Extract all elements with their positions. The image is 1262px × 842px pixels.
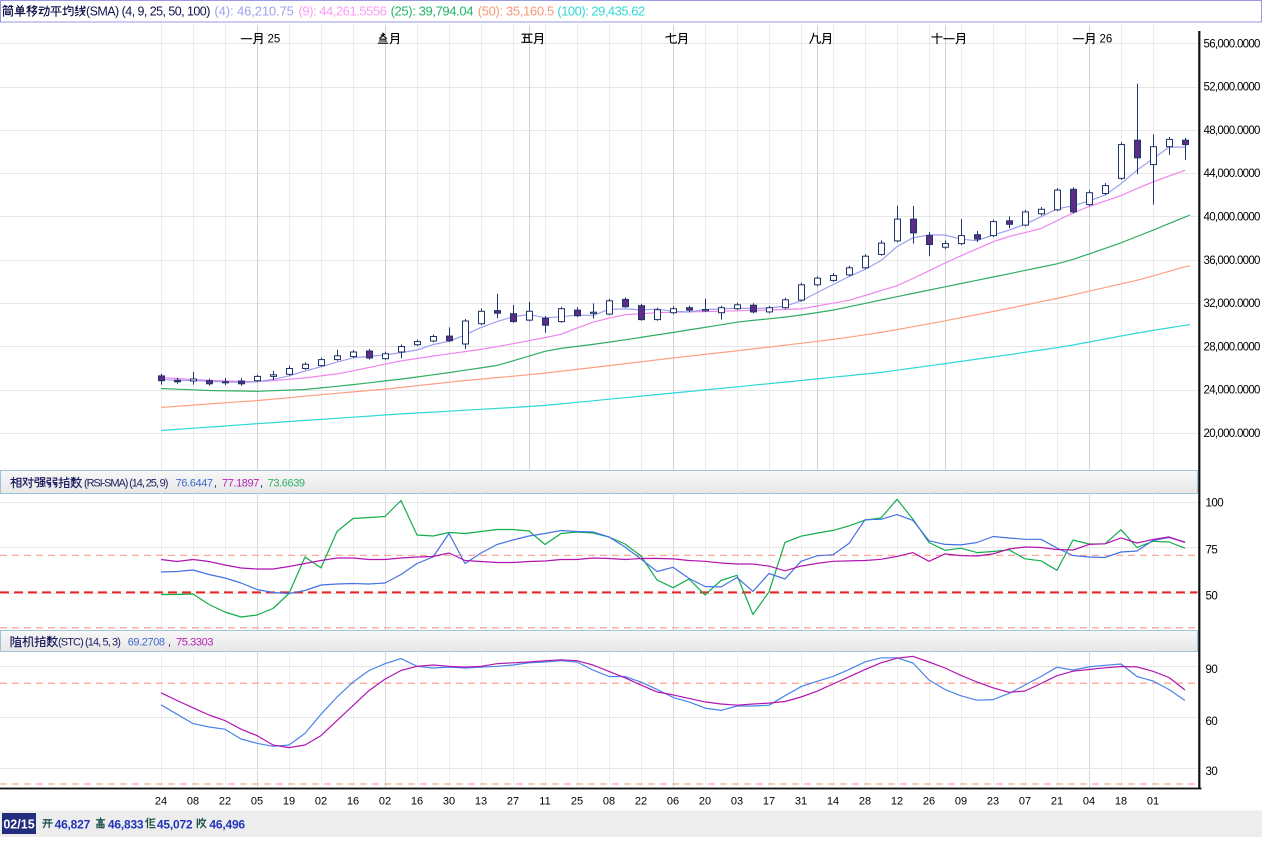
svg-text:75.3303: 75.3303 [176,637,213,649]
svg-text:19: 19 [283,796,295,808]
svg-text:,: , [214,478,217,490]
svg-text:46,827: 46,827 [55,818,91,832]
svg-text:31: 31 [795,796,807,808]
svg-text:13: 13 [475,796,487,808]
svg-text:21: 21 [1051,796,1063,808]
svg-text:32,000.0000: 32,000.0000 [1204,298,1261,310]
svg-text:48,000.0000: 48,000.0000 [1204,125,1261,137]
svg-text:20,000.0000: 20,000.0000 [1204,428,1261,440]
svg-text:46,833: 46,833 [108,818,144,832]
svg-text:18: 18 [1115,796,1127,808]
svg-text:20: 20 [699,796,711,808]
svg-text:25: 25 [571,796,583,808]
svg-text:,: , [168,637,171,649]
svg-text:77.1897: 77.1897 [222,478,259,490]
svg-text:60: 60 [1206,716,1218,728]
svg-text:30: 30 [1206,766,1218,778]
svg-text:23: 23 [987,796,999,808]
svg-text:28: 28 [859,796,871,808]
svg-text:02: 02 [315,796,327,808]
svg-text:02/15: 02/15 [3,818,34,832]
svg-text:24: 24 [155,796,167,808]
svg-text:05: 05 [251,796,263,808]
svg-text:,: , [260,478,263,490]
svg-text:17: 17 [763,796,775,808]
svg-text:(SMA) (4, 9, 25, 50, 100): (SMA) (4, 9, 25, 50, 100) [86,5,210,19]
svg-text:16: 16 [411,796,423,808]
svg-text:90: 90 [1206,664,1218,676]
svg-text:12: 12 [891,796,903,808]
svg-text:07: 07 [1019,796,1031,808]
svg-text:(4): 46,210.75: (4): 46,210.75 [214,4,293,19]
svg-text:52,000.0000: 52,000.0000 [1204,82,1261,94]
svg-text:04: 04 [1083,796,1095,808]
svg-text:(STC) (14, 5, 3): (STC) (14, 5, 3) [58,637,120,649]
svg-text:(9): 44,261.5556: (9): 44,261.5556 [299,4,387,19]
svg-text:26: 26 [1100,34,1113,46]
svg-text:36,000.0000: 36,000.0000 [1204,255,1261,267]
svg-text:45,072: 45,072 [157,818,193,832]
svg-text:08: 08 [187,796,199,808]
svg-text:25: 25 [268,34,281,46]
svg-text:69.2708: 69.2708 [128,637,165,649]
svg-text:03: 03 [731,796,743,808]
svg-text:22: 22 [219,796,231,808]
svg-text:50: 50 [1206,591,1218,603]
svg-text:22: 22 [635,796,647,808]
svg-text:40,000.0000: 40,000.0000 [1204,212,1261,224]
svg-text:75: 75 [1206,545,1218,557]
svg-text:28,000.0000: 28,000.0000 [1204,341,1261,353]
svg-text:56,000.0000: 56,000.0000 [1204,38,1261,50]
svg-text:100: 100 [1206,498,1224,510]
svg-text:16: 16 [347,796,359,808]
svg-text:09: 09 [955,796,967,808]
svg-text:02: 02 [379,796,391,808]
svg-text:01: 01 [1147,796,1159,808]
svg-text:76.6447: 76.6447 [176,478,213,490]
svg-text:14: 14 [827,796,839,808]
svg-text:08: 08 [603,796,615,808]
svg-text:24,000.0000: 24,000.0000 [1204,385,1261,397]
svg-text:26: 26 [923,796,935,808]
svg-text:27: 27 [507,796,519,808]
svg-text:06: 06 [667,796,679,808]
svg-text:11: 11 [539,796,550,808]
svg-text:44,000.0000: 44,000.0000 [1204,168,1261,180]
svg-text:(25): 39,794.04: (25): 39,794.04 [391,4,474,19]
svg-text:46,496: 46,496 [209,818,245,832]
svg-text:30: 30 [443,796,455,808]
svg-text:(RSI-SMA) (14, 25, 9): (RSI-SMA) (14, 25, 9) [84,478,168,490]
svg-text:(100): 29,435.62: (100): 29,435.62 [557,4,645,19]
svg-text:(50): 35,160.5: (50): 35,160.5 [478,4,554,19]
svg-text:73.6639: 73.6639 [268,478,305,490]
